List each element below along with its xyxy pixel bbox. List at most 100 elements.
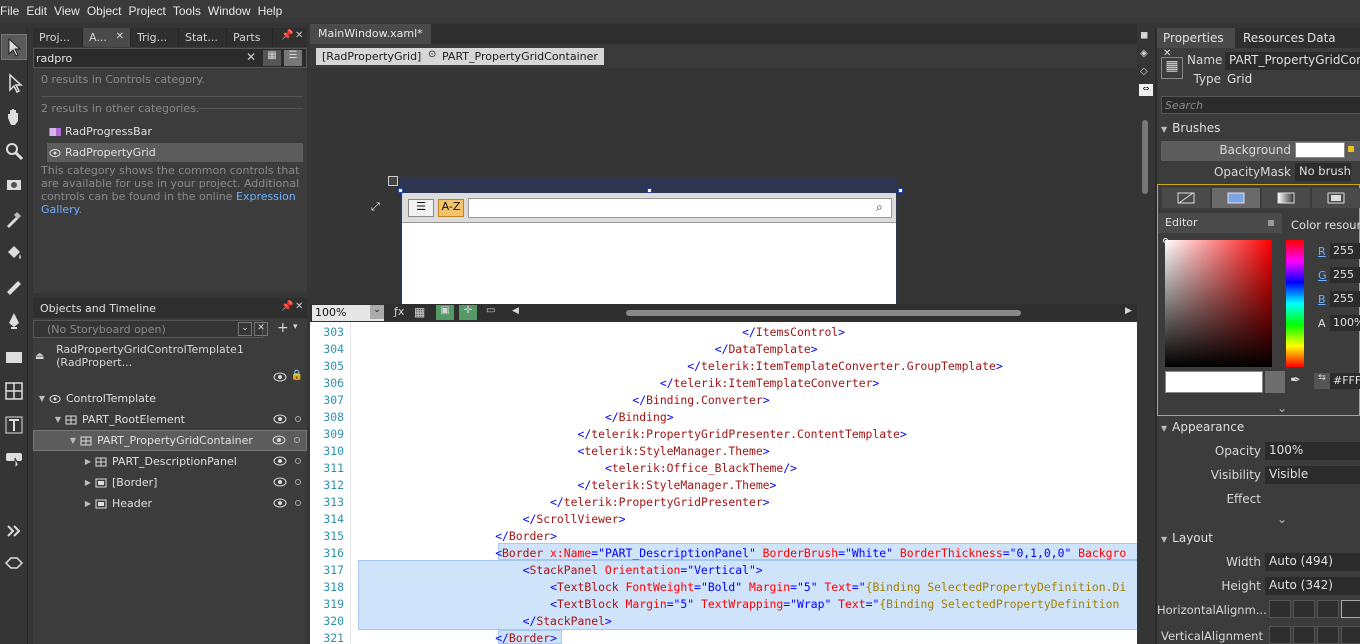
assets-search-input[interactable] bbox=[36, 50, 236, 66]
code-line[interactable]: 313 </telerik:PropertyGridPresenter> bbox=[310, 494, 1137, 511]
visibility-select[interactable]: Visible bbox=[1265, 466, 1360, 484]
assets-icon[interactable] bbox=[1, 550, 27, 576]
eye-icon[interactable] bbox=[273, 498, 287, 508]
color-resource-icon[interactable]: ⇆ bbox=[1314, 373, 1330, 389]
sort-az-button[interactable]: A-Z bbox=[438, 199, 464, 217]
assets-expand-icon[interactable] bbox=[1, 518, 27, 544]
xaml-code-editor[interactable]: 303 </ItemsControl> 304 </DataTemplate> 305 <… bbox=[310, 322, 1137, 644]
hex-color-input[interactable]: #FFFF bbox=[1330, 373, 1360, 389]
tab-projects[interactable]: Proj... bbox=[33, 28, 83, 47]
close-storyboard-icon[interactable]: ✕ bbox=[254, 322, 268, 336]
lock-toggle-icon[interactable] bbox=[295, 479, 301, 485]
appearance-section-header[interactable]: ▼ Appearance bbox=[1157, 419, 1360, 437]
green-channel-input[interactable]: 255 bbox=[1330, 267, 1360, 283]
gradient-tool-icon[interactable] bbox=[1, 274, 27, 300]
grid-adorner-icon[interactable] bbox=[388, 176, 398, 186]
breadcrumb-item-radpropertygrid[interactable]: [RadPropertyGrid] bbox=[316, 48, 428, 65]
expand-arrow-icon[interactable]: ▶ bbox=[83, 457, 93, 466]
options-icon[interactable]: ▾ bbox=[293, 322, 298, 332]
brushes-section-header[interactable]: ▼ Brushes bbox=[1157, 120, 1360, 138]
code-line[interactable]: 317 <StackPanel Orientation="Vertical"> bbox=[310, 562, 1137, 579]
asset-item-radprogressbar[interactable]: RadProgressBar bbox=[47, 122, 303, 141]
width-input[interactable]: Auto (494) bbox=[1265, 553, 1360, 571]
text-tool-icon[interactable] bbox=[1, 412, 27, 438]
clear-search-icon[interactable]: ✕ bbox=[246, 50, 256, 64]
code-line[interactable]: 316 <Border x:Name="PART_DescriptionPanel… bbox=[310, 545, 1137, 562]
resize-handle[interactable] bbox=[647, 188, 652, 193]
lock-toggle-icon[interactable] bbox=[295, 416, 301, 422]
code-line[interactable]: 319 <TextBlock Margin="5" TextWrapping="W… bbox=[310, 596, 1137, 613]
property-search-input[interactable]: Search bbox=[1161, 96, 1360, 114]
expand-brushes-icon[interactable]: ⌄ bbox=[1277, 401, 1287, 415]
tree-item-header[interactable]: ▶ Header bbox=[33, 493, 307, 514]
lock-icon[interactable]: 🔒 bbox=[291, 370, 303, 381]
property-grid-search[interactable] bbox=[468, 198, 892, 218]
align-stretch-icon[interactable] bbox=[1341, 600, 1360, 618]
xaml-view-icon[interactable]: ◇ bbox=[1140, 66, 1148, 77]
advanced-options-icon[interactable] bbox=[1348, 146, 1354, 152]
template-scope[interactable]: ⏏ RadPropertyGridControlTemplate1 (RadPr… bbox=[35, 343, 307, 369]
code-line[interactable]: 311 <telerik:Office_BlackTheme/> bbox=[310, 460, 1137, 477]
menu-view[interactable]: View bbox=[54, 4, 87, 18]
code-line[interactable]: 305 </telerik:ItemTemplateConverter.Group… bbox=[310, 358, 1137, 375]
code-line[interactable]: 308 </Binding> bbox=[310, 409, 1137, 426]
panel-splitter[interactable] bbox=[1155, 28, 1157, 644]
tab-properties[interactable]: Properties ✕ bbox=[1157, 28, 1235, 59]
tree-item-part-rootelement[interactable]: ▼ PART_RootElement bbox=[33, 409, 307, 430]
eyedropper-tool-icon[interactable] bbox=[1, 206, 27, 232]
categorize-button[interactable]: ☰ bbox=[408, 199, 434, 217]
menu-help[interactable]: Help bbox=[258, 4, 290, 18]
tab-parts[interactable]: Parts bbox=[227, 28, 273, 47]
resize-handle[interactable] bbox=[398, 188, 403, 193]
close-icon[interactable]: ✕ bbox=[116, 31, 124, 42]
code-line[interactable]: 310 <telerik:StyleManager.Theme> bbox=[310, 443, 1137, 460]
tile-brush-tab[interactable] bbox=[1312, 188, 1360, 208]
pin-icon[interactable]: 📌 bbox=[281, 301, 293, 312]
opacitymask-value[interactable]: No brush bbox=[1295, 163, 1351, 181]
tree-item-part-descriptionpanel[interactable]: ▶ PART_DescriptionPanel bbox=[33, 451, 307, 472]
fit-icon[interactable]: ⇔ bbox=[1139, 84, 1153, 96]
tab-data[interactable]: Data bbox=[1301, 28, 1342, 48]
rectangle-tool-icon[interactable] bbox=[1, 344, 27, 370]
lock-toggle-icon[interactable] bbox=[295, 500, 301, 506]
code-line[interactable]: 320 </StackPanel> bbox=[310, 613, 1137, 630]
add-storyboard-icon[interactable]: + bbox=[277, 320, 289, 336]
layout-section-header[interactable]: ▼ Layout bbox=[1157, 530, 1360, 548]
snap-grid-icon[interactable]: ▣ bbox=[436, 305, 454, 320]
tree-item-border[interactable]: ▶ [Border] bbox=[33, 472, 307, 493]
code-line[interactable]: 315 </Border> bbox=[310, 528, 1137, 545]
lock-toggle-icon[interactable] bbox=[294, 437, 300, 443]
snap-lines-icon[interactable]: ✛ bbox=[459, 305, 477, 320]
menu-window[interactable]: Window bbox=[208, 4, 258, 18]
storyboard-dropdown-icon[interactable]: ⌄ bbox=[238, 322, 252, 336]
height-input[interactable]: Auto (342) bbox=[1265, 577, 1360, 595]
chevron-down-icon[interactable]: ⌄ bbox=[370, 305, 384, 319]
breadcrumb-item-container[interactable]: ⊙ PART_PropertyGridContainer bbox=[422, 48, 604, 65]
blue-channel-input[interactable]: 255 bbox=[1330, 291, 1360, 307]
menu-edit[interactable]: Edit bbox=[26, 4, 54, 18]
color-picker-handle[interactable] bbox=[1163, 238, 1168, 243]
expand-appearance-icon[interactable]: ⌄ bbox=[1277, 512, 1287, 526]
hue-slider[interactable] bbox=[1286, 240, 1304, 367]
list-view-icon[interactable]: ☰ bbox=[284, 50, 302, 66]
tab-triggers[interactable]: Trig... bbox=[131, 28, 179, 47]
solid-brush-tab[interactable] bbox=[1212, 188, 1260, 208]
eye-icon[interactable] bbox=[272, 435, 286, 445]
code-line[interactable]: 312 </telerik:StyleManager.Theme> bbox=[310, 477, 1137, 494]
grid-view-icon[interactable]: ▦ bbox=[263, 50, 281, 66]
vertical-scrollbar[interactable] bbox=[1142, 120, 1148, 194]
scope-up-icon[interactable]: ⏏ bbox=[35, 351, 48, 362]
color-resources-tab[interactable]: Color resourc bbox=[1291, 218, 1360, 232]
blue-channel-label[interactable]: B bbox=[1318, 293, 1326, 306]
annotations-icon[interactable]: ▭ bbox=[486, 305, 495, 316]
align-vstretch-icon[interactable] bbox=[1341, 626, 1360, 644]
eye-icon[interactable] bbox=[273, 477, 287, 487]
editor-options-icon[interactable] bbox=[1268, 220, 1274, 226]
code-line[interactable]: 321 </Border> bbox=[310, 630, 1137, 644]
storyboard-picker[interactable]: (No Storyboard open) bbox=[33, 320, 263, 338]
expand-arrow-icon[interactable]: ▼ bbox=[53, 415, 63, 424]
menu-project[interactable]: Project bbox=[129, 4, 173, 18]
expand-adorner-icon[interactable]: ⤢ bbox=[371, 200, 380, 214]
direct-selection-tool-icon[interactable] bbox=[1, 70, 27, 96]
align-center-icon[interactable] bbox=[1293, 600, 1315, 618]
